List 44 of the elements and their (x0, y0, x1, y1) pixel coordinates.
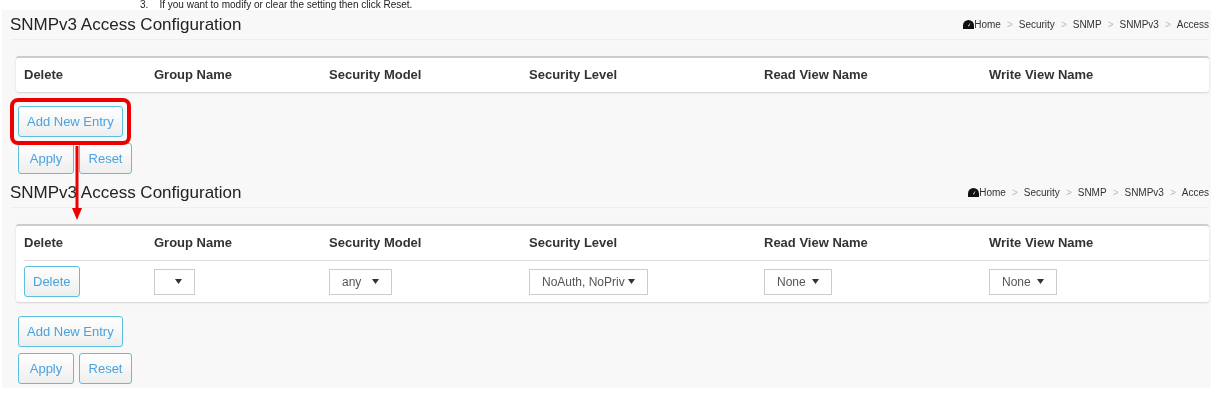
dropdown[interactable] (154, 268, 195, 295)
dashboard-icon (968, 188, 980, 197)
caret-icon (175, 279, 182, 284)
breadcrumb-link[interactable]: Security (1018, 17, 1055, 32)
caret-icon (372, 279, 379, 284)
dropdown[interactable]: None (989, 268, 1057, 295)
dropdown[interactable]: None (764, 268, 832, 295)
breadcrumb-link[interactable]: SNMPv3 (1119, 17, 1159, 32)
breadcrumb-link[interactable]: Access (1176, 17, 1209, 32)
breadcrumb-link[interactable]: SNMP (1077, 185, 1107, 200)
column-header: Security Model (329, 66, 423, 85)
breadcrumb-link[interactable]: SNMPv3 (1124, 185, 1164, 200)
breadcrumb-separator: > (1060, 18, 1067, 32)
column-header: Delete (24, 234, 65, 253)
dropdown[interactable]: any (329, 268, 392, 295)
column-header: Read View Name (764, 234, 869, 253)
page-title: SNMPv3 Access Configuration (10, 13, 242, 36)
column-header: Read View Name (764, 66, 869, 85)
breadcrumb-home-link[interactable]: Home (968, 185, 1006, 200)
column-header: Group Name (154, 66, 233, 85)
caret-icon (628, 279, 635, 284)
dropdown[interactable]: NoAuth, NoPriv (529, 268, 648, 295)
breadcrumb-separator: > (1164, 18, 1171, 32)
column-header: Group Name (154, 234, 233, 253)
instruction-text: 3. If you want to modify or clear the setting then click Reset. (140, 0, 413, 10)
breadcrumb-link[interactable]: Security (1023, 185, 1060, 200)
breadcrumb-separator: > (1006, 18, 1013, 32)
breadcrumb-link[interactable]: SNMP (1072, 17, 1102, 32)
breadcrumb-link[interactable]: Acces (1181, 185, 1209, 200)
caret-icon (1037, 279, 1044, 284)
column-header: Write View Name (989, 234, 1095, 253)
column-header: Write View Name (989, 66, 1095, 85)
breadcrumb-separator: > (1112, 186, 1119, 200)
dashboard-icon (963, 20, 975, 29)
breadcrumb-separator: > (1011, 186, 1018, 200)
breadcrumb-separator: > (1065, 186, 1072, 200)
breadcrumb-separator: > (1169, 186, 1176, 200)
breadcrumb-home-link[interactable]: Home (963, 17, 1001, 32)
caret-icon (812, 279, 819, 284)
column-header: Security Level (529, 234, 619, 253)
column-header: Delete (24, 66, 65, 85)
column-header: Security Level (529, 66, 619, 85)
column-header: Security Model (329, 234, 423, 253)
breadcrumb-separator: > (1107, 18, 1114, 32)
